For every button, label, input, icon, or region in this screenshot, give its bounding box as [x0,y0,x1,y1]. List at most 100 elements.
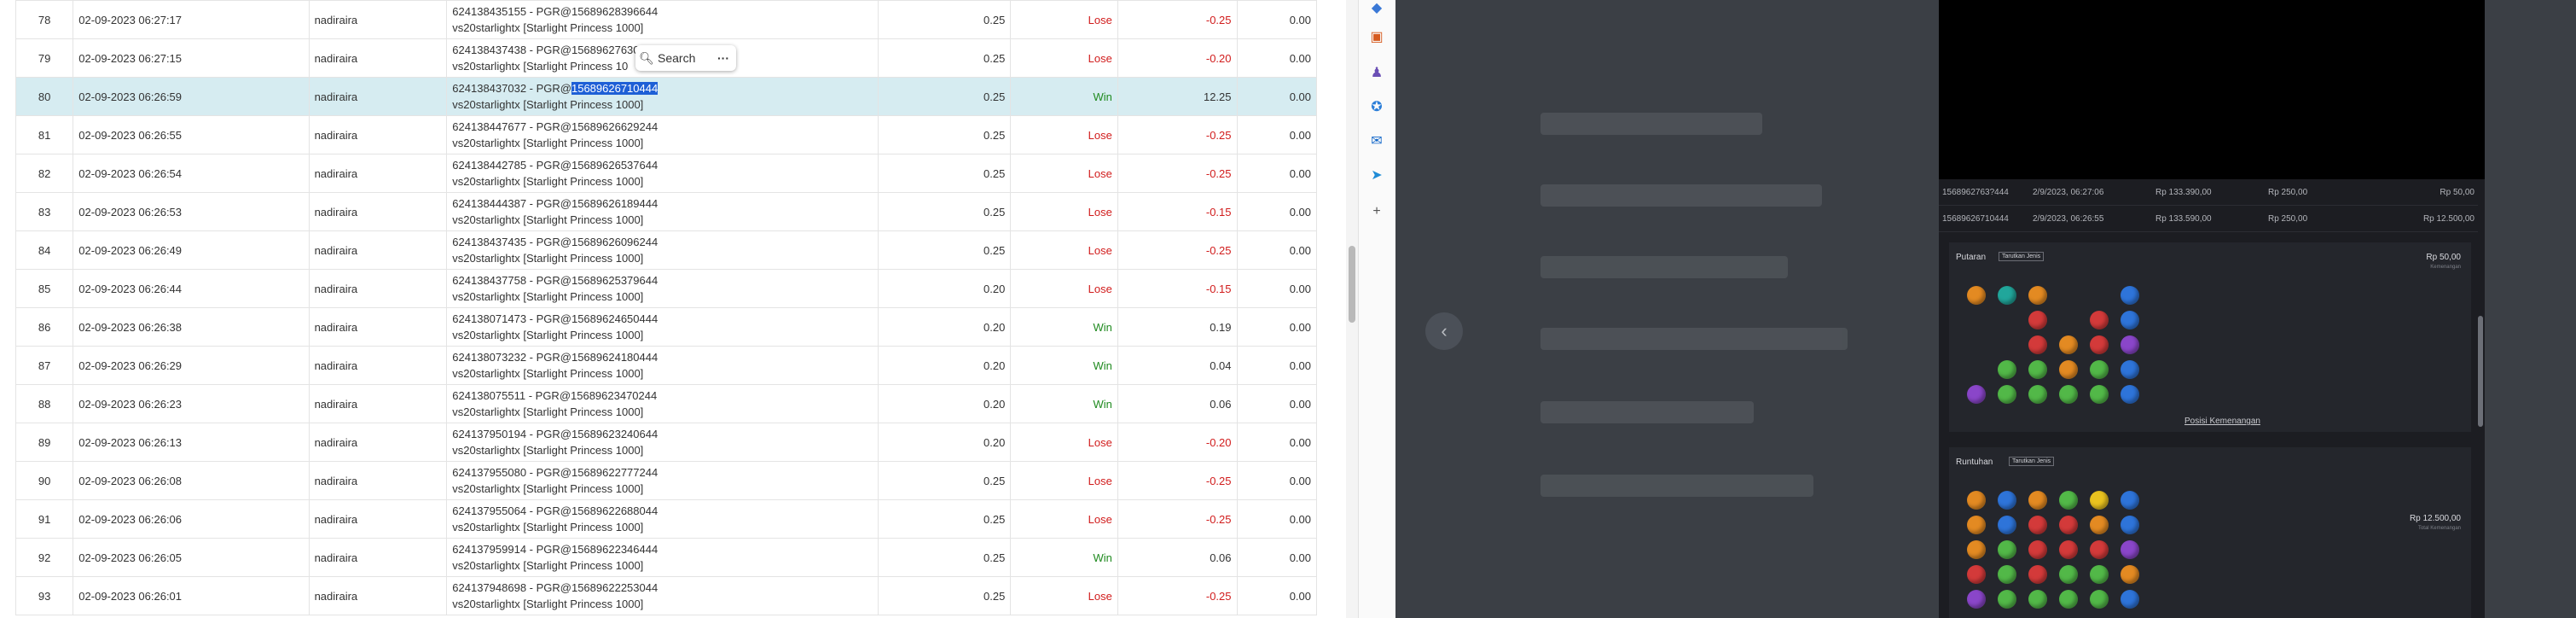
copilot-icon[interactable]: ✪ [1368,99,1385,116]
gem-symbol-icon [2090,590,2109,609]
winning-position-link[interactable]: Posisi Kemenangan [2184,417,2260,426]
table-row[interactable]: 90 02-09-2023 06:26:08 nadiraira 6241379550… [15,461,1318,500]
win-amount: 0.06 [1117,384,1238,423]
vertical-scrollbar[interactable] [1346,0,1358,618]
username: nadiraira [308,307,448,347]
table-row[interactable]: 87 02-09-2023 06:26:29 nadiraira 6241380732… [15,346,1318,385]
bet-date: 02-09-2023 06:26:55 [73,115,310,154]
scrollbar-thumb[interactable] [1349,246,1355,323]
username: nadiraira [308,230,448,270]
bet-detail: 624138437435 - PGR@15689626096244 vs20sta… [446,230,879,270]
history-balance: Rp 133.390,00 [2155,188,2212,197]
table-row[interactable]: 89 02-09-2023 06:26:13 nadiraira 6241379501… [15,423,1318,462]
people-icon[interactable]: ♟ [1368,65,1385,82]
table-row[interactable]: 86 02-09-2023 06:26:38 nadiraira 6241380714… [15,307,1318,347]
bet-amount: 0.20 [877,307,1012,347]
symbol-grid [1961,488,2145,612]
history-row[interactable]: 1568962763?444 2/9/2023, 06:27:06 Rp 133… [1939,179,2478,206]
bet-detail: 624138444387 - PGR@15689626189444 vs20sta… [446,192,879,231]
gem-symbol-icon [2121,565,2139,584]
bet-result: Lose [1010,38,1118,78]
gem-symbol-icon [2090,311,2109,329]
gem-symbol-icon [2121,311,2139,329]
toolbox-icon[interactable]: ▣ [1368,29,1385,46]
bet-id: 624137955064 - PGR@15689622688044 [452,504,659,517]
more-options-button[interactable]: ··· [711,51,736,65]
game-name: vs20starlightx [Starlight Princess 1000] [452,444,644,457]
bet-result: Lose [1010,115,1118,154]
bet-detail: 624137955080 - PGR@15689622777244 vs20sta… [446,461,879,500]
username: nadiraira [308,38,448,78]
balance: 0.00 [1236,461,1318,500]
row-number: 85 [15,269,74,308]
bet-id: 624138071473 - PGR@15689624650444 [452,312,659,325]
gem-symbol-icon [1998,360,2016,379]
outlook-icon[interactable]: ✉ [1368,133,1385,150]
table-row[interactable]: 81 02-09-2023 06:26:55 nadiraira 6241384476… [15,115,1318,154]
bet-result: Lose [1010,499,1118,539]
bet-result: Lose [1010,576,1118,615]
search-icon[interactable]: 🔍︎ [635,51,658,66]
bet-date: 02-09-2023 06:26:05 [73,538,310,577]
table-row[interactable]: 91 02-09-2023 06:26:06 nadiraira 6241379550… [15,499,1318,539]
card-tag: Tarutkan Jenis [2009,457,2055,466]
bet-result: Lose [1010,154,1118,193]
bet-id: 624138435155 - PGR@15689628396644 [452,5,659,18]
search-button[interactable]: Search [658,51,711,65]
bet-amount: 0.25 [877,576,1012,615]
history-id: 1568962763?444 [1942,188,2009,197]
table-row[interactable]: 80 02-09-2023 06:26:59 nadiraira 6241384370… [15,77,1318,116]
bet-id: 624138437435 - PGR@15689626096244 [452,236,659,248]
table-row[interactable]: 78 02-09-2023 06:27:17 nadiraira 6241384351… [15,0,1318,39]
win-amount: -0.15 [1117,269,1238,308]
history-row[interactable]: 15689626710444 2/9/2023, 06:26:55 Rp 133… [1939,206,2478,232]
bet-detail: 624138435155 - PGR@15689628396644 vs20sta… [446,0,879,39]
game-name: vs20starlightx [Starlight Princess 1000] [452,405,644,418]
previous-arrow-button[interactable]: ‹ [1425,312,1463,350]
row-number: 89 [15,423,74,462]
history-balance: Rp 133.590,00 [2155,214,2212,224]
win-amount: 0.04 [1117,346,1238,385]
gem-symbol-icon [1967,516,1986,534]
table-row[interactable]: 84 02-09-2023 06:26:49 nadiraira 6241384374… [15,230,1318,270]
bet-id-prefix: 624138437032 - PGR@ [452,82,571,95]
bet-date: 02-09-2023 06:26:01 [73,576,310,615]
history-win: Rp 12.500,00 [2422,214,2474,224]
username: nadiraira [308,461,448,500]
plus-icon[interactable]: + [1368,203,1385,220]
table-row[interactable]: 85 02-09-2023 06:26:44 nadiraira 6241384377… [15,269,1318,308]
gem-symbol-icon [2028,491,2047,510]
table-row[interactable]: 93 02-09-2023 06:26:01 nadiraira 6241379486… [15,576,1318,615]
tumble-card: Runtuhan Tarutkan Jenis Rp 12.500,00 Tot… [1949,447,2471,618]
selected-text[interactable]: 15689626710444 [571,82,659,95]
game-name: vs20starlightx [Starlight Princess 10 [452,60,629,73]
balance: 0.00 [1236,230,1318,270]
send-icon[interactable]: ➤ [1368,167,1385,184]
gem-symbol-icon [1998,286,2016,305]
gem-symbol-icon [2028,516,2047,534]
viewer-scrollbar[interactable] [2478,316,2483,427]
bet-amount: 0.25 [877,230,1012,270]
row-number: 83 [15,192,74,231]
bet-result: Win [1010,384,1118,423]
table-row[interactable]: 83 02-09-2023 06:26:53 nadiraira 6241384443… [15,192,1318,231]
gem-symbol-icon [2028,286,2047,305]
gem-symbol-icon [2121,335,2139,354]
table-row[interactable]: 88 02-09-2023 06:26:23 nadiraira 6241380755… [15,384,1318,423]
history-date: 2/9/2023, 06:27:06 [2033,188,2104,197]
bet-date: 02-09-2023 06:26:08 [73,461,310,500]
tag-icon[interactable]: ◆ [1368,0,1385,17]
table-row[interactable]: 92 02-09-2023 06:26:05 nadiraira 6241379599… [15,538,1318,577]
bet-date: 02-09-2023 06:26:23 [73,384,310,423]
bet-result: Lose [1010,192,1118,231]
gem-symbol-icon [2059,360,2078,379]
win-amount: -0.25 [1117,0,1238,39]
gem-symbol-icon [2028,565,2047,584]
bet-amount: 0.25 [877,538,1012,577]
username: nadiraira [308,499,448,539]
bet-date: 02-09-2023 06:26:44 [73,269,310,308]
bet-id: 624138442785 - PGR@15689626537644 [452,159,659,172]
gem-symbol-icon [2028,311,2047,329]
table-row[interactable]: 82 02-09-2023 06:26:54 nadiraira 6241384427… [15,154,1318,193]
bet-detail: 624138442785 - PGR@15689626537644 vs20sta… [446,154,879,193]
